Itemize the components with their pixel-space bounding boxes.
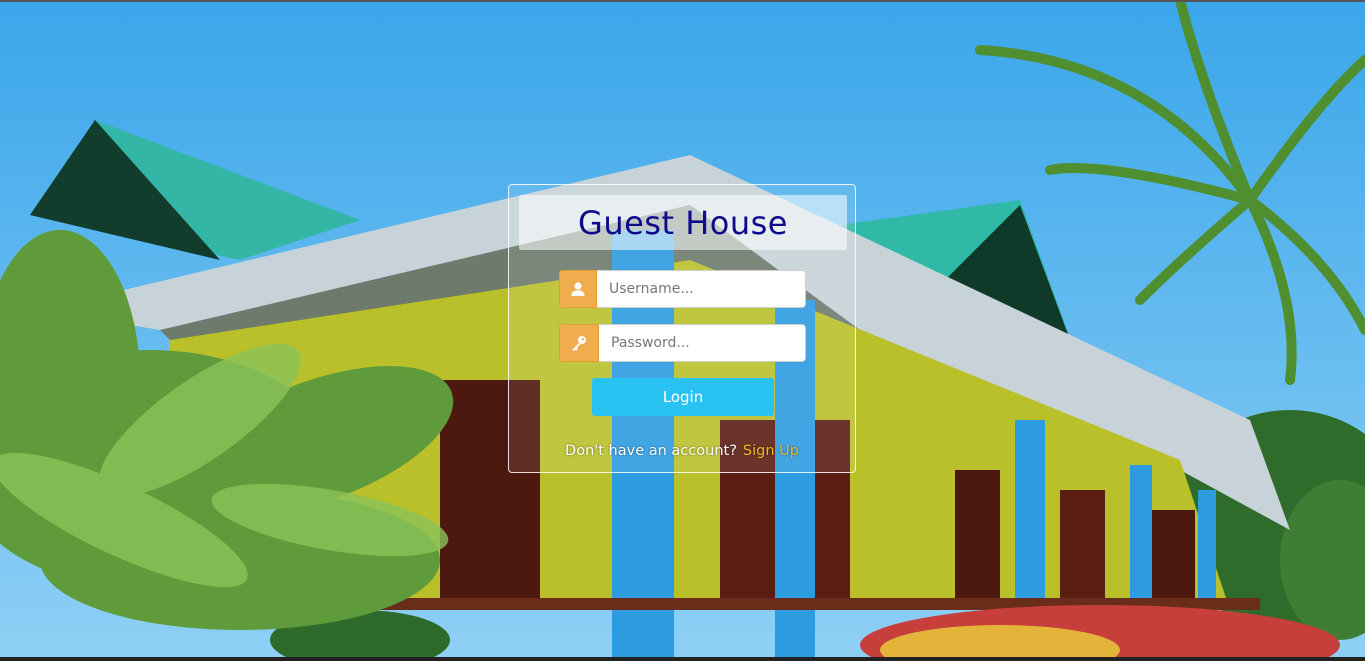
key-icon: [559, 324, 599, 362]
password-input[interactable]: [599, 324, 806, 362]
signup-prompt: Don't have an account?: [565, 443, 737, 459]
signup-row: Don't have an account? Sign Up: [509, 443, 855, 459]
login-button[interactable]: Login: [592, 378, 774, 416]
username-group: [559, 270, 806, 308]
signup-link[interactable]: Sign Up: [743, 443, 799, 459]
user-icon: [559, 270, 597, 308]
password-group: [559, 324, 806, 362]
page-title: Guest House: [578, 203, 788, 242]
username-input[interactable]: [597, 270, 806, 308]
title-box: Guest House: [519, 195, 847, 250]
login-card: Guest House Login Don't have an account?…: [508, 184, 856, 473]
